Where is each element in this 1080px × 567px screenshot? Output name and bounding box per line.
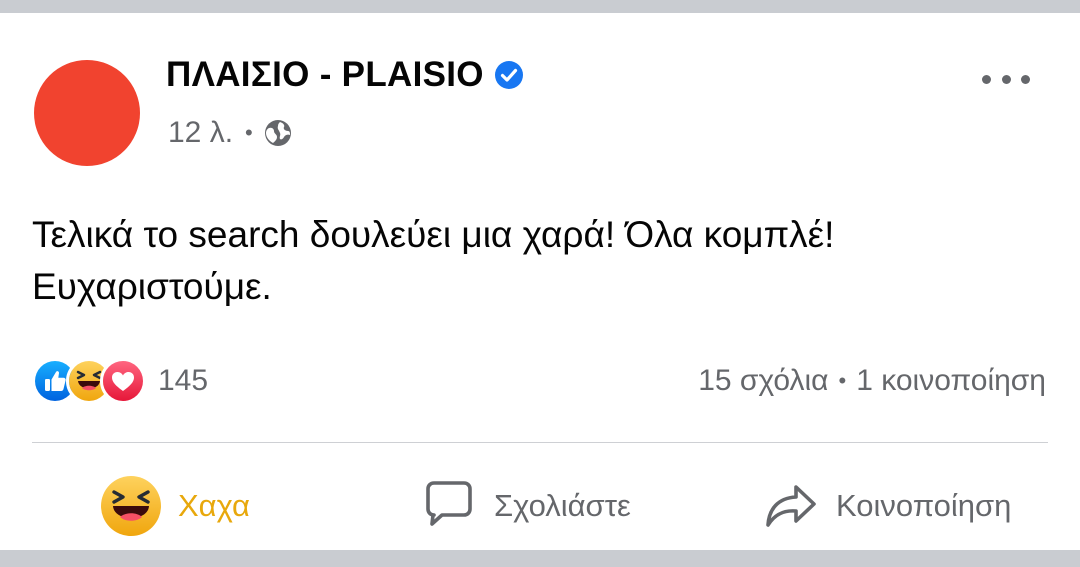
react-button[interactable]: Χαχα <box>100 463 250 549</box>
post-header: ΠΛΑΙΣΙΟ - PLAISIO <box>166 53 524 97</box>
post-timestamp[interactable]: 12 λ. <box>168 113 233 153</box>
comment-bubble-icon <box>420 477 478 535</box>
reactions-count: 145 <box>158 364 209 397</box>
shares-count-link[interactable]: 1 κοινοποίηση <box>856 364 1046 398</box>
post-text-line: Τελικά το search δουλεύει μια χαρά! Όλα … <box>32 214 835 255</box>
page-avatar[interactable] <box>34 60 140 166</box>
comment-button-label: Σχολιάστε <box>494 488 631 523</box>
globe-icon <box>263 118 293 148</box>
page-name-link[interactable]: ΠΛΑΙΣΙΟ - PLAISIO <box>166 53 484 97</box>
love-reaction-icon <box>100 358 146 404</box>
verified-badge-icon <box>494 60 524 90</box>
stats-separator: • <box>838 368 847 393</box>
actions-divider <box>32 442 1048 443</box>
post-text: Τελικά το search δουλεύει μια χαρά! Όλα … <box>32 209 1052 313</box>
more-dot <box>982 74 991 84</box>
post-text-line: Ευχαριστούμε. <box>32 266 272 307</box>
post-card: ΠΛΑΙΣΙΟ - PLAISIO 12 λ. • Τελικά το sear… <box>0 13 1080 550</box>
react-button-label: Χαχα <box>178 488 250 523</box>
share-button[interactable]: Κοινοποίηση <box>762 463 1011 549</box>
more-options-icon[interactable] <box>982 66 1030 92</box>
more-dot <box>1021 74 1030 84</box>
meta-separator: • <box>245 120 253 145</box>
reactions-summary[interactable]: 145 <box>32 358 209 404</box>
comments-count-link[interactable]: 15 σχόλια <box>698 364 828 398</box>
more-dot <box>1001 74 1011 84</box>
post-stats: 15 σχόλια • 1 κοινοποίηση <box>698 359 1046 403</box>
share-button-label: Κοινοποίηση <box>836 488 1012 523</box>
post-actions-bar: Χαχα Σχολιάστε Κοινοποίηση <box>0 463 1080 549</box>
haha-icon <box>100 475 162 537</box>
post-meta: 12 λ. • <box>168 113 293 153</box>
share-arrow-icon <box>762 477 820 535</box>
comment-button[interactable]: Σχολιάστε <box>420 463 631 549</box>
